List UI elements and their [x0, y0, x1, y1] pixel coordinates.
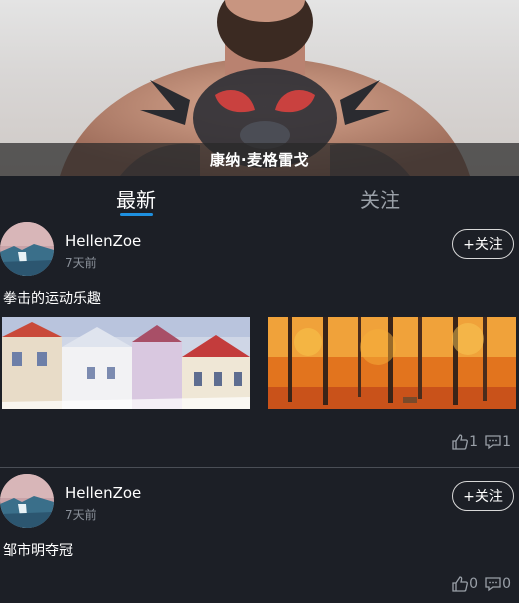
post-card[interactable]: HellenZoe 7天前 +关注 邹市明夺冠 0 0: [0, 469, 519, 603]
post-title[interactable]: 邹市明夺冠: [3, 540, 73, 560]
comment-count: 0: [502, 576, 511, 592]
post-actions: 0 0: [451, 575, 511, 593]
avatar[interactable]: [0, 222, 54, 276]
tab-latest[interactable]: 最新: [116, 184, 156, 213]
like-button[interactable]: 0: [451, 575, 478, 593]
username[interactable]: HellenZoe: [65, 484, 141, 502]
post-card[interactable]: HellenZoe 7天前 +关注 拳击的运动乐趣 1 1: [0, 220, 519, 468]
comment-button[interactable]: 0: [484, 575, 511, 593]
tab-bar: 最新 关注: [0, 176, 519, 220]
active-tab-indicator: [120, 213, 153, 216]
like-count: 1: [469, 434, 479, 450]
username[interactable]: HellenZoe: [65, 232, 141, 250]
comment-icon: [485, 435, 501, 450]
post-time: 7天前: [65, 256, 97, 270]
banner[interactable]: 康纳·麦格雷戈: [0, 0, 519, 176]
follow-button[interactable]: +关注: [452, 229, 514, 259]
like-count: 0: [469, 576, 479, 592]
post-time: 7天前: [65, 508, 97, 522]
thumbs-up-icon: [452, 434, 469, 450]
post-actions: 1 1: [451, 433, 511, 451]
comment-icon: [485, 577, 501, 592]
post-divider: [0, 467, 519, 468]
avatar[interactable]: [0, 474, 54, 528]
tab-follow[interactable]: 关注: [360, 184, 400, 213]
comment-button[interactable]: 1: [484, 433, 511, 451]
banner-caption-bar: 康纳·麦格雷戈: [0, 143, 519, 176]
thumbs-up-icon: [452, 576, 469, 592]
banner-caption: 康纳·麦格雷戈: [209, 151, 310, 169]
like-button[interactable]: 1: [451, 433, 478, 451]
post-image-autumn-forest[interactable]: [268, 317, 516, 409]
post-title[interactable]: 拳击的运动乐趣: [3, 288, 101, 308]
post-image-snowy-town[interactable]: [2, 317, 250, 409]
comment-count: 1: [502, 434, 511, 450]
follow-button[interactable]: +关注: [452, 481, 514, 511]
